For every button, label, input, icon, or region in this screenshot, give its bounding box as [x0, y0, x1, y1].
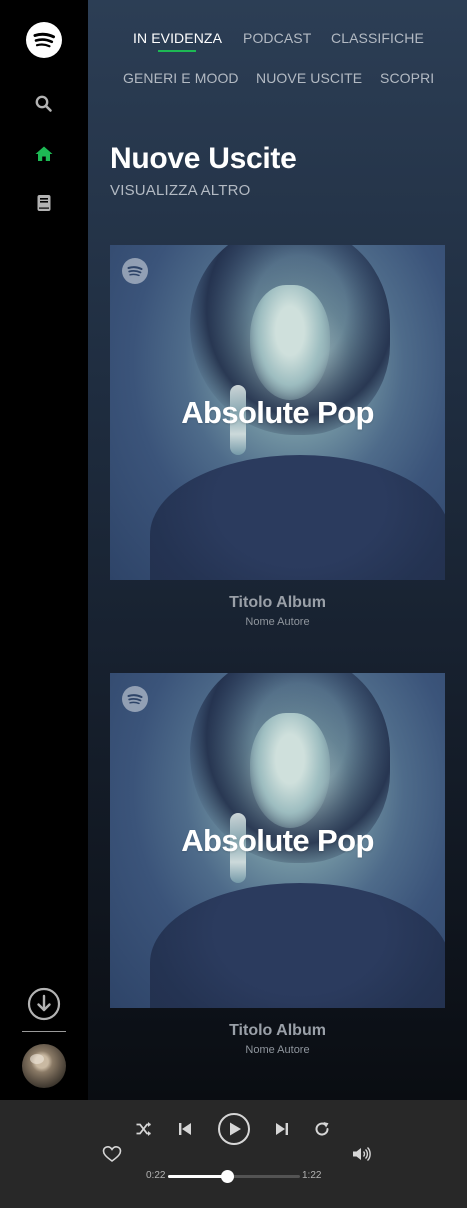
album-cover[interactable]: Absolute Pop [110, 245, 445, 580]
cover-art-shape [250, 285, 330, 400]
main-content: IN EVIDENZA PODCAST CLASSIFICHE GENERI E… [88, 0, 467, 1100]
spotify-badge-icon [122, 686, 148, 712]
tab-classifiche[interactable]: CLASSIFICHE [331, 30, 424, 46]
view-more-link[interactable]: VISUALIZZA ALTRO [110, 182, 250, 199]
spotify-badge-icon [122, 258, 148, 284]
cover-art-shape [250, 713, 330, 828]
total-time: 1:22 [302, 1170, 322, 1181]
search-icon[interactable] [34, 94, 54, 114]
player-bar: 0:22 1:22 [0, 1100, 467, 1208]
shuffle-icon[interactable] [135, 1120, 153, 1143]
sidebar-divider [22, 1031, 66, 1032]
album-card[interactable]: Absolute Pop Titolo Album Nome Autore [110, 245, 445, 628]
album-cover[interactable]: Absolute Pop [110, 673, 445, 1008]
home-icon[interactable] [34, 144, 54, 164]
cover-art-shape [150, 883, 445, 1008]
tab-in-evidenza[interactable]: IN EVIDENZA [133, 30, 222, 46]
sidebar [0, 0, 88, 1100]
cover-art-shape [150, 455, 445, 580]
tab-generi-e-mood[interactable]: GENERI E MOOD [123, 70, 239, 86]
volume-icon[interactable] [352, 1146, 372, 1167]
album-author[interactable]: Nome Autore [110, 616, 445, 628]
album-title[interactable]: Titolo Album [110, 1022, 445, 1040]
current-time: 0:22 [146, 1170, 166, 1181]
download-icon[interactable] [27, 987, 61, 1021]
section-title: Nuove Uscite [110, 142, 297, 175]
library-icon[interactable] [34, 193, 54, 213]
user-avatar[interactable] [22, 1044, 66, 1088]
repeat-icon[interactable] [313, 1120, 331, 1143]
tab-podcast[interactable]: PODCAST [243, 30, 311, 46]
next-icon[interactable] [274, 1121, 290, 1142]
previous-icon[interactable] [177, 1121, 193, 1142]
active-tab-indicator [158, 50, 196, 52]
progress-knob[interactable] [221, 1170, 235, 1183]
tab-nuove-uscite[interactable]: NUOVE USCITE [256, 70, 362, 86]
album-author[interactable]: Nome Autore [110, 1044, 445, 1056]
progress-fill [168, 1175, 228, 1178]
play-icon[interactable] [217, 1112, 251, 1151]
tab-scopri[interactable]: SCOPRI [380, 70, 434, 86]
spotify-logo-icon[interactable] [26, 22, 62, 58]
heart-icon[interactable] [102, 1145, 122, 1168]
progress-bar[interactable] [168, 1170, 300, 1183]
album-title[interactable]: Titolo Album [110, 594, 445, 612]
album-card[interactable]: Absolute Pop Titolo Album Nome Autore [110, 673, 445, 1056]
cover-title: Absolute Pop [181, 823, 374, 858]
cover-title: Absolute Pop [181, 395, 374, 430]
